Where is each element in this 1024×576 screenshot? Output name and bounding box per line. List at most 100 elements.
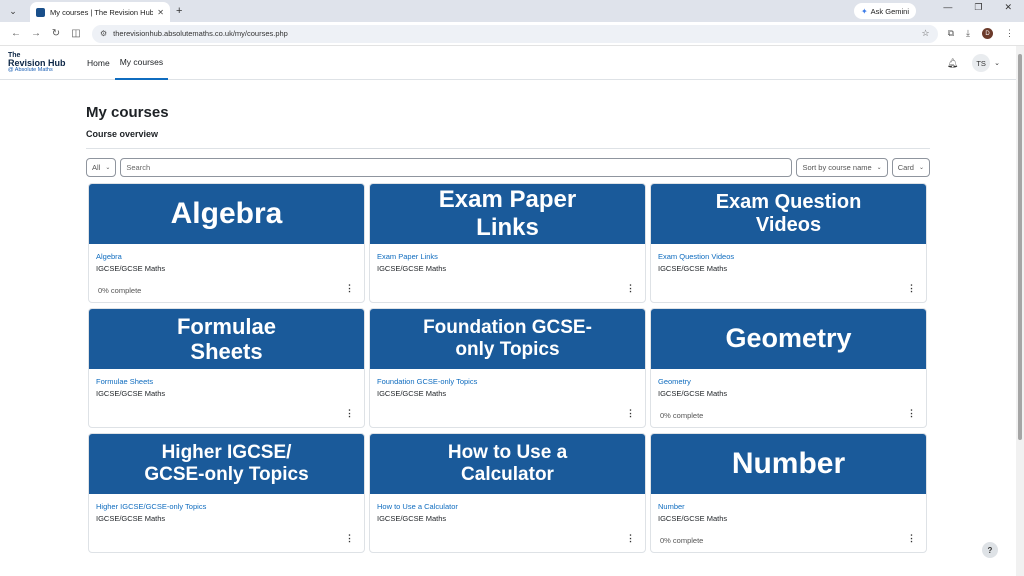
sort-label: Sort by course name bbox=[802, 163, 872, 172]
sort-dropdown[interactable]: Sort by course name ⌄ bbox=[796, 158, 888, 177]
view-mode-dropdown[interactable]: Card ⌄ bbox=[891, 158, 930, 177]
window-close-icon[interactable]: ✕ bbox=[1004, 2, 1012, 13]
course-actions-kebab-icon[interactable]: ⋮ bbox=[345, 283, 354, 294]
chevron-down-icon[interactable]: ⌄ bbox=[994, 59, 1000, 67]
course-category: IGCSE/GCSE Maths bbox=[96, 264, 166, 273]
course-banner[interactable]: Higher IGCSE/ GCSE-only Topics bbox=[89, 434, 364, 494]
course-card-exam-paper-links: Exam Paper Links Exam Paper Links IGCSE/… bbox=[369, 183, 646, 303]
extensions-puzzle-icon[interactable]: ⧉ bbox=[948, 28, 954, 39]
course-overview-heading: Course overview bbox=[86, 129, 930, 149]
course-link[interactable]: Foundation GCSE-only Topics bbox=[377, 377, 638, 386]
download-icon[interactable]: ⤓ bbox=[966, 28, 970, 39]
bookmark-star-icon[interactable]: ☆ bbox=[922, 28, 930, 39]
filter-label: All bbox=[92, 163, 101, 172]
course-actions-kebab-icon[interactable]: ⋮ bbox=[345, 408, 354, 419]
course-search-input[interactable]: Search bbox=[120, 158, 793, 177]
course-banner[interactable]: Formulae Sheets bbox=[89, 309, 364, 369]
user-avatar[interactable]: TS bbox=[972, 54, 991, 72]
nav-home[interactable]: Home bbox=[82, 46, 115, 80]
user-menu-area: 🔔︎ TS ⌄ bbox=[947, 46, 1000, 80]
course-banner[interactable]: How to Use a Calculator bbox=[370, 434, 645, 494]
course-card-geometry: Geometry Geometry IGCSE/GCSE Maths 0% co… bbox=[650, 308, 927, 428]
page-title: My courses bbox=[86, 104, 169, 121]
browser-actions: ⧉ ⤓ D ⋮ bbox=[944, 28, 1018, 39]
sparkle-icon: ✦ bbox=[860, 6, 868, 16]
course-link[interactable]: How to Use a Calculator bbox=[377, 502, 638, 511]
logo-line-3: @ Absolute Maths bbox=[8, 66, 53, 73]
tab-search-chevron-icon[interactable]: ⌄ bbox=[6, 4, 20, 18]
course-card-foundation-topics: Foundation GCSE-only Topics Foundation G… bbox=[369, 308, 646, 428]
main-content: My courses Course overview All ⌄ Search … bbox=[86, 104, 930, 553]
course-card-calculator: How to Use a Calculator How to Use a Cal… bbox=[369, 433, 646, 553]
course-category: IGCSE/GCSE Maths bbox=[96, 514, 166, 523]
course-category: IGCSE/GCSE Maths bbox=[658, 389, 728, 398]
course-actions-kebab-icon[interactable]: ⋮ bbox=[626, 283, 635, 294]
back-arrow-icon[interactable]: ← bbox=[6, 28, 26, 39]
site-favicon-icon bbox=[36, 7, 45, 17]
browser-tab-bar: ⌄ My courses | The Revision Hub ✕ + ✦ As… bbox=[0, 0, 1024, 22]
course-actions-kebab-icon[interactable]: ⋮ bbox=[907, 408, 916, 419]
profile-avatar[interactable]: D bbox=[982, 28, 993, 39]
address-bar[interactable]: ⚙ therevisionhub.absolutemaths.co.uk/my/… bbox=[92, 24, 938, 43]
restore-icon[interactable]: ❐ bbox=[974, 2, 982, 13]
notification-bell-icon[interactable]: 🔔︎ bbox=[947, 58, 958, 69]
course-category: IGCSE/GCSE Maths bbox=[377, 514, 447, 523]
chevron-down-icon: ⌄ bbox=[876, 165, 882, 171]
course-link[interactable]: Geometry bbox=[658, 377, 919, 386]
course-controls: All ⌄ Search Sort by course name ⌄ Card … bbox=[86, 158, 930, 177]
course-link[interactable]: Exam Question Videos bbox=[658, 252, 919, 261]
browser-toolbar: ← → ↻ ◫ ⚙ therevisionhub.absolutemaths.c… bbox=[0, 22, 1024, 46]
course-banner[interactable]: Number bbox=[651, 434, 926, 494]
course-actions-kebab-icon[interactable]: ⋮ bbox=[626, 408, 635, 419]
forward-arrow-icon[interactable]: → bbox=[26, 28, 46, 39]
course-category: IGCSE/GCSE Maths bbox=[377, 264, 447, 273]
course-link[interactable]: Formulae Sheets bbox=[96, 377, 357, 386]
tab-title: My courses | The Revision Hub bbox=[50, 7, 154, 17]
course-link[interactable]: Number bbox=[658, 502, 919, 511]
grouping-filter-dropdown[interactable]: All ⌄ bbox=[86, 158, 117, 177]
course-actions-kebab-icon[interactable]: ⋮ bbox=[626, 533, 635, 544]
browser-tab[interactable]: My courses | The Revision Hub ✕ bbox=[30, 2, 170, 22]
revision-hub-logo[interactable]: The Revision Hub @ Absolute Maths bbox=[8, 52, 68, 74]
course-category: IGCSE/GCSE Maths bbox=[658, 514, 728, 523]
course-actions-kebab-icon[interactable]: ⋮ bbox=[907, 283, 916, 294]
new-tab-plus-icon[interactable]: + bbox=[176, 5, 182, 17]
nav-my-courses[interactable]: My courses bbox=[114, 46, 169, 80]
course-card-number: Number Number IGCSE/GCSE Maths 0% comple… bbox=[650, 433, 927, 553]
side-panel-icon[interactable]: ◫ bbox=[66, 28, 86, 39]
site-navbar: The Revision Hub @ Absolute Maths Home M… bbox=[0, 46, 1024, 80]
course-progress: 0% complete bbox=[98, 286, 142, 295]
course-link[interactable]: Higher IGCSE/GCSE-only Topics bbox=[96, 502, 357, 511]
browser-menu-icon[interactable]: ⋮ bbox=[1005, 28, 1014, 39]
course-card-grid: Algebra Algebra IGCSE/GCSE Maths 0% comp… bbox=[88, 183, 930, 553]
course-banner[interactable]: Algebra bbox=[89, 184, 364, 244]
ask-gemini-button[interactable]: ✦ Ask Gemini bbox=[853, 3, 916, 19]
chevron-down-icon: ⌄ bbox=[105, 165, 111, 171]
chevron-down-icon: ⌄ bbox=[918, 165, 924, 171]
course-banner[interactable]: Foundation GCSE-only Topics bbox=[370, 309, 645, 369]
course-category: IGCSE/GCSE Maths bbox=[96, 389, 166, 398]
page-scrollbar[interactable] bbox=[1016, 46, 1024, 576]
course-card-formulae-sheets: Formulae Sheets Formulae Sheets IGCSE/GC… bbox=[88, 308, 365, 428]
course-card-exam-question-videos: Exam Question Videos Exam Question Video… bbox=[650, 183, 927, 303]
course-card-higher-topics: Higher IGCSE/ GCSE-only Topics Higher IG… bbox=[88, 433, 365, 553]
course-progress: 0% complete bbox=[660, 411, 704, 420]
course-banner[interactable]: Geometry bbox=[651, 309, 926, 369]
course-category: IGCSE/GCSE Maths bbox=[658, 264, 728, 273]
course-banner[interactable]: Exam Question Videos bbox=[651, 184, 926, 244]
help-button[interactable]: ? bbox=[982, 542, 998, 558]
ask-gemini-label: Ask Gemini bbox=[870, 6, 909, 16]
close-icon[interactable]: ✕ bbox=[157, 8, 164, 17]
course-card-algebra: Algebra Algebra IGCSE/GCSE Maths 0% comp… bbox=[88, 183, 365, 303]
scrollbar-thumb[interactable] bbox=[1018, 54, 1022, 440]
course-actions-kebab-icon[interactable]: ⋮ bbox=[907, 533, 916, 544]
course-banner[interactable]: Exam Paper Links bbox=[370, 184, 645, 244]
course-link[interactable]: Exam Paper Links bbox=[377, 252, 638, 261]
site-info-icon[interactable]: ⚙ bbox=[100, 29, 107, 38]
reload-icon[interactable]: ↻ bbox=[46, 28, 66, 39]
minimize-icon[interactable]: — bbox=[943, 2, 952, 13]
view-label: Card bbox=[897, 163, 914, 172]
course-actions-kebab-icon[interactable]: ⋮ bbox=[345, 533, 354, 544]
course-link[interactable]: Algebra bbox=[96, 252, 357, 261]
course-progress: 0% complete bbox=[660, 536, 704, 545]
